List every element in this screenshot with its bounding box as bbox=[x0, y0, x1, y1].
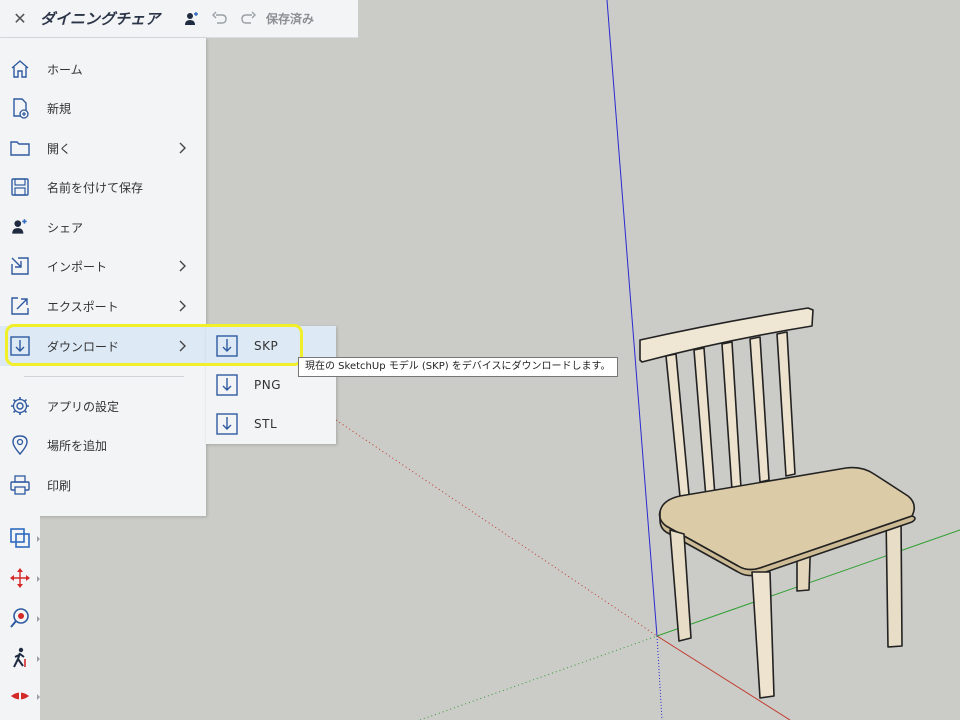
look-around-tool[interactable] bbox=[6, 604, 40, 632]
menu-item-open[interactable]: 開く bbox=[0, 128, 206, 168]
title-bar: ✕ ダイニングチェア 保存済み bbox=[0, 0, 358, 38]
share-user-icon bbox=[8, 215, 32, 239]
home-icon bbox=[8, 57, 32, 81]
download-icon bbox=[216, 335, 238, 357]
submenu-item-stl[interactable]: STL bbox=[206, 404, 336, 444]
save-icon bbox=[8, 175, 32, 199]
menu-item-label: 印刷 bbox=[47, 478, 72, 493]
menu-item-label: エクスポート bbox=[47, 299, 119, 314]
menu-item-label: 新規 bbox=[47, 101, 72, 116]
chevron-right-icon bbox=[179, 300, 186, 312]
menu-item-export[interactable]: エクスポート bbox=[0, 286, 206, 326]
walk-icon bbox=[13, 647, 26, 668]
chevron-right-icon bbox=[179, 142, 186, 154]
menu-item-import[interactable]: インポート bbox=[0, 246, 206, 286]
menu-item-label: 名前を付けて保存 bbox=[47, 180, 144, 195]
tooltip: 現在の SketchUp モデル (SKP) をデバイスにダウンロードします。 bbox=[298, 357, 618, 377]
save-status: 保存済み bbox=[266, 12, 315, 26]
download-submenu: SKP PNG STL bbox=[206, 326, 336, 444]
chair-model[interactable] bbox=[639, 307, 916, 699]
menu-item-label: 場所を追加 bbox=[47, 438, 108, 453]
export-icon bbox=[8, 294, 32, 318]
chevron-right-icon bbox=[179, 260, 186, 272]
menu-item-label: インポート bbox=[47, 259, 108, 274]
menu-item-add-location[interactable]: 場所を追加 bbox=[0, 425, 206, 465]
select-rectangle-icon bbox=[10, 528, 30, 548]
submenu-item-label: SKP bbox=[254, 339, 279, 353]
move-tool[interactable] bbox=[6, 564, 40, 592]
menu-item-home[interactable]: ホーム bbox=[0, 49, 206, 89]
new-file-icon bbox=[8, 96, 32, 120]
red-axis-hidden bbox=[335, 419, 658, 637]
menu-item-label: アプリの設定 bbox=[47, 399, 120, 414]
eye-target-icon bbox=[10, 608, 29, 628]
folder-icon bbox=[8, 136, 32, 160]
blue-axis-hidden bbox=[656, 635, 663, 720]
menu-item-label: シェア bbox=[47, 220, 84, 235]
select-window-tool[interactable] bbox=[6, 524, 40, 552]
section-plane-icon bbox=[11, 688, 29, 704]
import-icon bbox=[8, 254, 32, 278]
menu-item-save-as[interactable]: 名前を付けて保存 bbox=[0, 167, 206, 207]
walk-tool[interactable] bbox=[6, 644, 40, 672]
close-icon[interactable]: ✕ bbox=[0, 9, 40, 28]
menu-item-label: 開く bbox=[47, 141, 72, 156]
menu-item-download[interactable]: ダウンロード bbox=[0, 326, 206, 366]
redo-icon[interactable] bbox=[234, 10, 262, 28]
menu-item-app-settings[interactable]: アプリの設定 bbox=[0, 386, 206, 426]
printer-icon bbox=[8, 473, 32, 497]
menu-item-label: ホーム bbox=[47, 62, 83, 77]
file-menu: ホーム 新規 開く 名前を付けて保存 シェア インポート エクスポート ダウンロ… bbox=[0, 38, 206, 516]
left-toolbar bbox=[0, 516, 40, 720]
menu-item-label: ダウンロード bbox=[47, 339, 120, 354]
menu-item-share[interactable]: シェア bbox=[0, 207, 206, 247]
document-title: ダイニングチェア bbox=[40, 10, 161, 28]
location-pin-icon bbox=[8, 433, 32, 457]
download-icon bbox=[216, 374, 238, 396]
download-icon bbox=[216, 413, 238, 435]
share-user-icon[interactable] bbox=[178, 10, 206, 28]
undo-icon[interactable] bbox=[206, 10, 234, 28]
submenu-item-label: STL bbox=[254, 417, 278, 431]
submenu-item-label: PNG bbox=[254, 378, 282, 392]
blue-axis bbox=[606, 0, 658, 637]
menu-item-print[interactable]: 印刷 bbox=[0, 465, 206, 505]
download-icon bbox=[8, 334, 32, 358]
section-plane-tool[interactable] bbox=[6, 682, 40, 710]
chevron-right-icon bbox=[179, 340, 186, 352]
gear-icon bbox=[8, 394, 32, 418]
green-axis-hidden bbox=[419, 635, 658, 720]
menu-divider bbox=[24, 376, 184, 377]
menu-item-new[interactable]: 新規 bbox=[0, 88, 206, 128]
move-arrows-icon bbox=[10, 568, 30, 588]
